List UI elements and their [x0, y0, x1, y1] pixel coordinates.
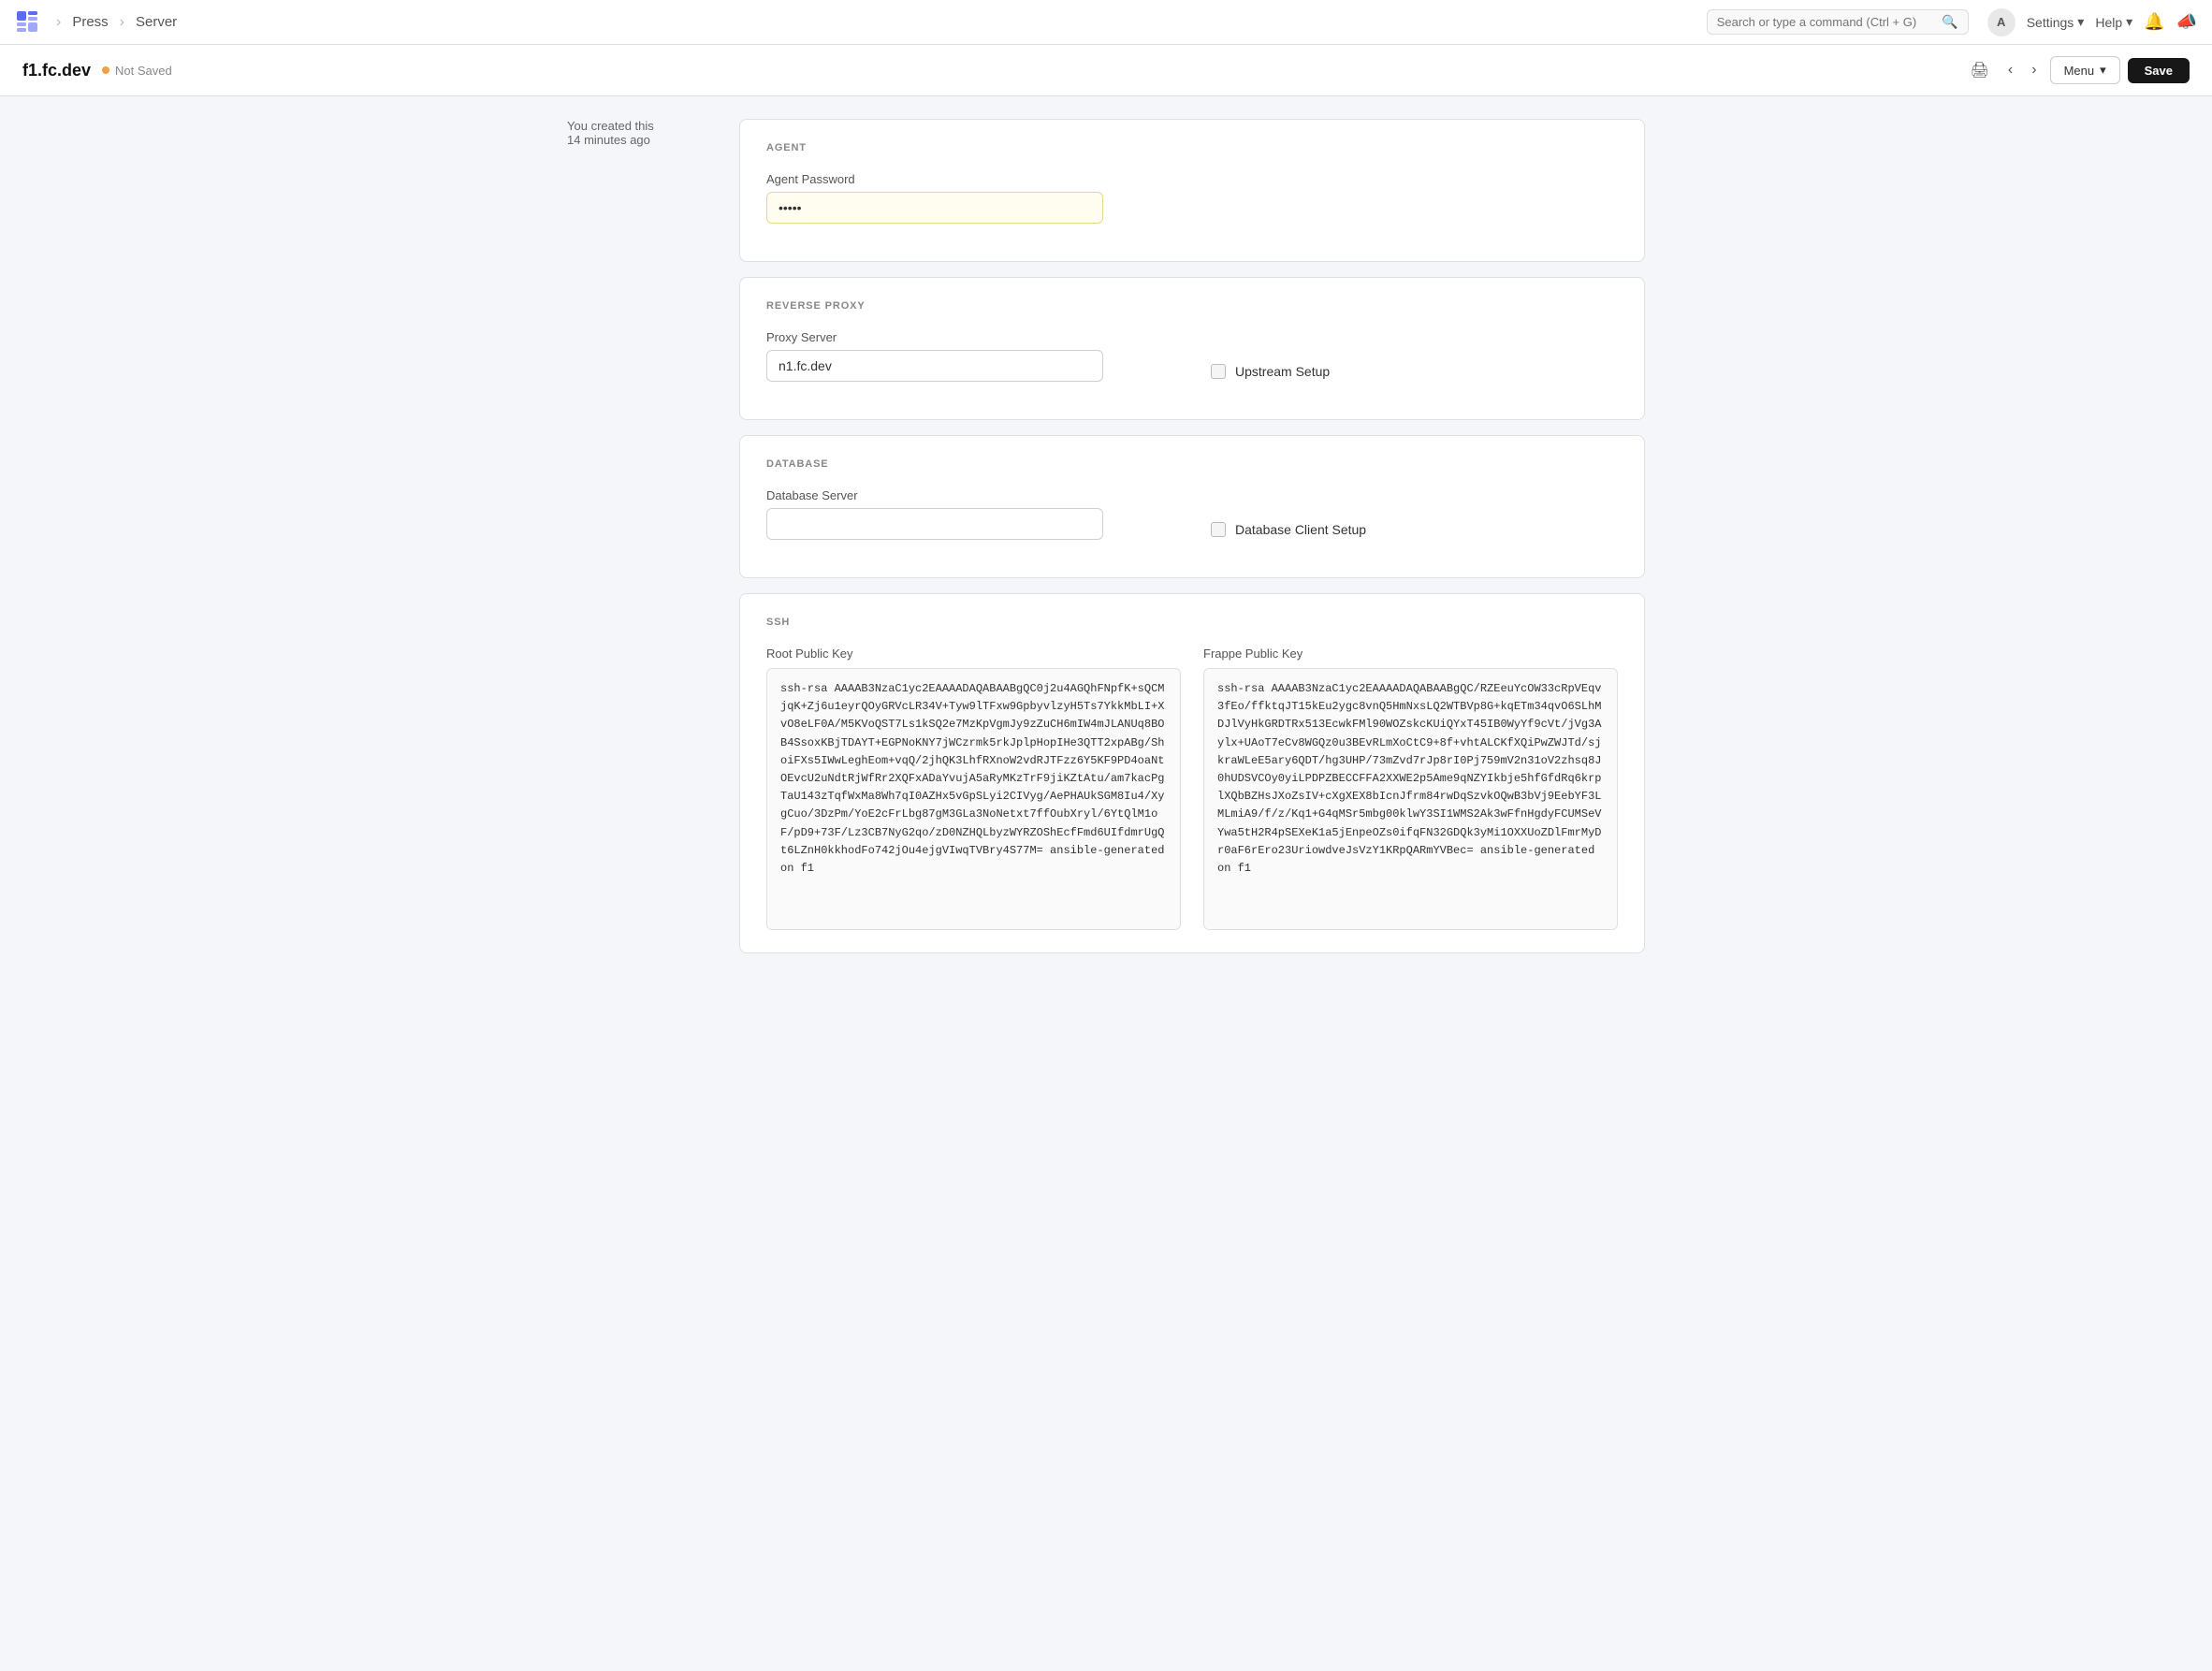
reverse-proxy-row: Proxy Server Upstream Setup	[766, 330, 1618, 397]
proxy-server-col: Proxy Server	[766, 330, 1173, 397]
proxy-server-label: Proxy Server	[766, 330, 1173, 344]
not-saved-badge: Not Saved	[102, 64, 172, 78]
search-icon: 🔍	[1942, 14, 1957, 30]
announcements-button[interactable]: 📣	[2176, 12, 2197, 32]
db-client-setup-col: Database Client Setup	[1211, 488, 1618, 537]
frappe-key-col: Frappe Public Key ssh-rsa AAAAB3NzaC1yc2…	[1203, 647, 1618, 930]
navbar: › Press › Server 🔍 A Settings ▾ Help ▾ 🔔…	[0, 0, 2212, 45]
db-server-label: Database Server	[766, 488, 1173, 502]
breadcrumb-sep-2: ›	[120, 14, 124, 31]
frappe-key-label: Frappe Public Key	[1203, 647, 1618, 661]
notifications-button[interactable]: 🔔	[2144, 12, 2164, 32]
database-section: DATABASE Database Server Database Client…	[739, 435, 1645, 578]
database-section-title: DATABASE	[766, 458, 1618, 470]
menu-chevron-icon: ▾	[2100, 63, 2106, 78]
sidebar-meta: You created this 14 minutes ago	[567, 119, 717, 968]
ssh-section-title: SSH	[766, 617, 1618, 628]
form-content: AGENT Agent Password REVERSE PROXY Proxy…	[739, 119, 1645, 968]
ssh-section: SSH Root Public Key ssh-rsa AAAAB3NzaC1y…	[739, 593, 1645, 953]
upstream-setup-col: Upstream Setup	[1211, 330, 1618, 379]
db-server-group: Database Server	[766, 488, 1173, 540]
avatar[interactable]: A	[1987, 8, 2016, 36]
proxy-server-group: Proxy Server	[766, 330, 1173, 382]
reverse-proxy-title: REVERSE PROXY	[766, 300, 1618, 312]
root-key-col: Root Public Key ssh-rsa AAAAB3NzaC1yc2EA…	[766, 647, 1181, 930]
root-key-value: ssh-rsa AAAAB3NzaC1yc2EAAAADAQABAABgQC0j…	[766, 668, 1181, 930]
upstream-setup-checkbox[interactable]	[1211, 364, 1226, 379]
settings-chevron-icon: ▾	[2077, 14, 2084, 30]
db-client-setup-checkbox-label[interactable]: Database Client Setup	[1211, 522, 1618, 537]
upstream-setup-checkbox-label[interactable]: Upstream Setup	[1211, 364, 1618, 379]
breadcrumb-server[interactable]: Server	[136, 14, 177, 30]
navbar-actions: A Settings ▾ Help ▾ 🔔 📣	[1987, 8, 2197, 36]
app-logo[interactable]	[15, 9, 41, 36]
agent-section: AGENT Agent Password	[739, 119, 1645, 262]
created-time: 14 minutes ago	[567, 133, 650, 147]
save-button[interactable]: Save	[2128, 58, 2190, 83]
db-server-input[interactable]	[766, 508, 1103, 540]
frappe-key-value: ssh-rsa AAAAB3NzaC1yc2EAAAADAQABAABgQC/R…	[1203, 668, 1618, 930]
agent-password-label: Agent Password	[766, 172, 1618, 186]
agent-section-title: AGENT	[766, 142, 1618, 153]
db-client-setup-checkbox[interactable]	[1211, 522, 1226, 537]
sub-header: f1.fc.dev Not Saved 🖨 ‹ › Menu ▾ Save	[0, 45, 2212, 96]
breadcrumb-press[interactable]: Press	[72, 14, 108, 30]
print-button[interactable]: 🖨	[1965, 57, 1995, 83]
reverse-proxy-section: REVERSE PROXY Proxy Server Upstream Setu…	[739, 277, 1645, 420]
prev-button[interactable]: ‹	[2002, 58, 2018, 82]
search-input[interactable]	[1717, 15, 1939, 29]
main-layout: You created this 14 minutes ago AGENT Ag…	[545, 96, 1667, 991]
database-row: Database Server Database Client Setup	[766, 488, 1618, 555]
settings-button[interactable]: Settings ▾	[2027, 14, 2085, 30]
agent-password-group: Agent Password	[766, 172, 1618, 224]
ssh-keys-row: Root Public Key ssh-rsa AAAAB3NzaC1yc2EA…	[766, 647, 1618, 930]
not-saved-dot	[102, 66, 109, 74]
upstream-setup-label: Upstream Setup	[1235, 364, 1330, 379]
help-button[interactable]: Help ▾	[2095, 14, 2132, 30]
breadcrumb-sep-1: ›	[56, 14, 61, 31]
agent-password-input[interactable]	[766, 192, 1103, 224]
proxy-server-input[interactable]	[766, 350, 1103, 382]
search-bar[interactable]: 🔍	[1707, 9, 1969, 35]
not-saved-label: Not Saved	[115, 64, 172, 78]
doc-title: f1.fc.dev	[22, 61, 91, 80]
sub-header-left: f1.fc.dev Not Saved	[22, 61, 172, 80]
sub-header-right: 🖨 ‹ › Menu ▾ Save	[1965, 56, 2190, 84]
db-server-col: Database Server	[766, 488, 1173, 555]
created-action: created this	[591, 119, 654, 133]
help-chevron-icon: ▾	[2126, 14, 2132, 30]
next-button[interactable]: ›	[2026, 58, 2042, 82]
menu-button[interactable]: Menu ▾	[2050, 56, 2120, 84]
root-key-label: Root Public Key	[766, 647, 1181, 661]
db-client-setup-label: Database Client Setup	[1235, 522, 1366, 537]
created-by: You	[567, 119, 588, 133]
